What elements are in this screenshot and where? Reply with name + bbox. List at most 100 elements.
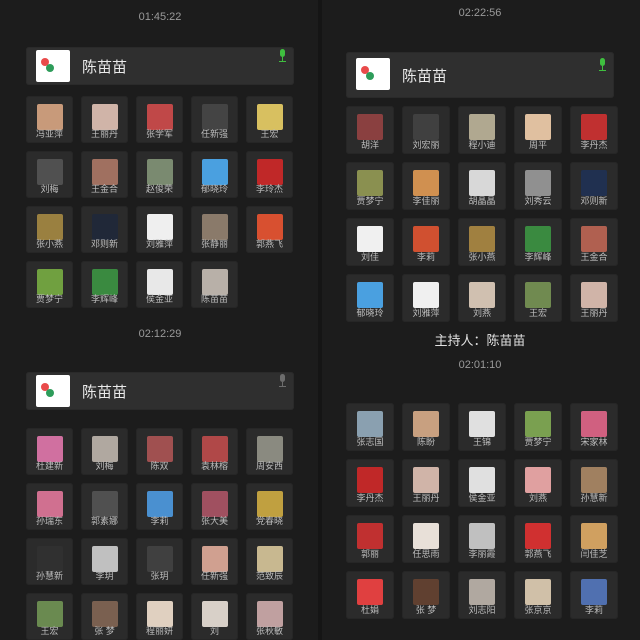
participant-tile[interactable]: 孙慧新 [570,459,618,507]
participant-tile[interactable]: 宋家林 [570,403,618,451]
participant-tile[interactable]: 杜娟 [346,571,394,619]
participant-tile[interactable]: 杜建新 [26,428,73,475]
participant-tile[interactable]: 程丽妍 [136,593,183,640]
participant-name: 张小燕 [35,239,63,249]
participant-tile[interactable]: 张小燕 [26,206,73,253]
participant-name: 侯金亚 [468,493,496,503]
participant-name: 范致辰 [255,571,283,581]
participant-tile[interactable]: 陈双 [136,428,183,475]
host-name: 陈苗苗 [402,68,448,85]
participant-tile[interactable]: 任新强 [191,538,238,585]
participant-tile[interactable]: 刘 [191,593,238,640]
participant-name: 袁林榕 [200,461,228,471]
participant-tile[interactable]: 刘梅 [81,428,128,475]
participant-tile[interactable]: 王宏 [26,593,73,640]
participant-tile[interactable]: 邓则新 [81,206,128,253]
participant-tile[interactable]: 王丽丹 [570,274,618,322]
participant-tile[interactable]: 张静丽 [191,206,238,253]
participant-tile[interactable]: 李玥 [81,538,128,585]
avatar [525,170,551,196]
participant-tile[interactable]: 张秋敏 [246,593,293,640]
participant-tile[interactable]: 李莉 [136,483,183,530]
participant-tile[interactable]: 郁晓玲 [346,274,394,322]
participant-tile[interactable]: 刘志阳 [458,571,506,619]
participant-tile[interactable]: 袁林榕 [191,428,238,475]
participant-tile[interactable]: 赵俊荣 [136,151,183,198]
participant-tile[interactable]: 张玥 [136,538,183,585]
avatar [525,114,551,140]
participant-tile[interactable]: 王宏 [246,96,293,143]
participant-tile[interactable]: 刘雅萍 [402,274,450,322]
participant-tile[interactable]: 李丽霞 [458,515,506,563]
participant-name: 周安西 [255,461,283,471]
participant-tile[interactable]: 张志国 [346,403,394,451]
participant-tile[interactable]: 张京京 [514,571,562,619]
meeting-card-header[interactable]: 陈苗苗 [26,372,294,410]
participant-tile[interactable]: 胡洋 [346,106,394,154]
participant-tile[interactable]: 陈盼 [402,403,450,451]
participant-tile[interactable]: 李佳丽 [402,162,450,210]
participant-tile[interactable]: 郁晓玲 [191,151,238,198]
participant-tile[interactable]: 冯亚萍 [26,96,73,143]
timestamp: 02:22:56 [458,7,502,19]
participant-tile[interactable]: 郭丽 [346,515,394,563]
participant-name: 张秋敏 [255,626,283,636]
avatar [581,467,607,493]
participant-tile[interactable]: 侯金亚 [458,459,506,507]
participant-tile[interactable]: 贾梦宁 [514,403,562,451]
avatar [581,282,607,308]
meeting-card-header[interactable]: 陈苗苗 [346,52,614,98]
participant-tile[interactable]: 刘燕 [514,459,562,507]
participant-tile[interactable]: 周安西 [246,428,293,475]
meeting-card-header[interactable]: 陈苗苗 [26,47,294,85]
participant-tile[interactable]: 郭素娜 [81,483,128,530]
participant-tile[interactable]: 张 梦 [402,571,450,619]
participant-tile[interactable]: 贾梦宁 [346,162,394,210]
participant-tile[interactable]: 胡晶晶 [458,162,506,210]
participant-tile[interactable]: 侯金亚 [136,261,183,308]
participant-tile[interactable]: 李莉 [570,571,618,619]
participant-tile[interactable]: 王丽丹 [81,96,128,143]
participant-tile[interactable]: 王丽丹 [402,459,450,507]
participant-tile[interactable]: 王金合 [81,151,128,198]
participant-tile[interactable]: 程小迪 [458,106,506,154]
participant-tile[interactable]: 郭燕飞 [246,206,293,253]
participant-tile[interactable]: 王宏 [514,274,562,322]
app-logo [356,58,390,90]
participant-tile[interactable]: 李莉 [402,218,450,266]
participant-tile[interactable]: 李丹杰 [346,459,394,507]
participant-tile[interactable]: 刘秀云 [514,162,562,210]
participant-tile[interactable]: 王金合 [570,218,618,266]
participant-tile[interactable]: 周平 [514,106,562,154]
participant-tile[interactable]: 陈苗苗 [191,261,238,308]
participant-tile[interactable]: 张学军 [136,96,183,143]
participant-tile[interactable]: 闫佳芝 [570,515,618,563]
participant-tile[interactable]: 党春晓 [246,483,293,530]
participant-tile[interactable]: 孙瑞东 [26,483,73,530]
participant-tile[interactable]: 任新强 [191,96,238,143]
participant-tile[interactable]: 邓则新 [570,162,618,210]
host-name: 陈苗苗 [82,384,128,401]
participant-tile[interactable]: 张小燕 [458,218,506,266]
participant-tile[interactable]: 王锦 [458,403,506,451]
participant-tile[interactable]: 刘梅 [26,151,73,198]
participant-name: 王丽丹 [412,493,440,503]
participant-tile[interactable]: 李辉峰 [81,261,128,308]
participant-tile[interactable]: 任思雨 [402,515,450,563]
participant-tile[interactable]: 孙慧新 [26,538,73,585]
participant-tile[interactable]: 刘宏丽 [402,106,450,154]
participant-name: 李莉 [416,252,435,262]
participant-tile[interactable]: 李丹杰 [570,106,618,154]
participant-tile[interactable]: 李玲杰 [246,151,293,198]
participant-name: 刘佳 [360,252,379,262]
participant-tile[interactable]: 张 梦 [81,593,128,640]
participant-tile[interactable]: 郭燕飞 [514,515,562,563]
participant-tile[interactable]: 刘雅萍 [136,206,183,253]
participant-tile[interactable]: 贾梦宁 [26,261,73,308]
participant-tile[interactable]: 李辉峰 [514,218,562,266]
participant-tile[interactable]: 范致辰 [246,538,293,585]
participant-tile[interactable]: 刘佳 [346,218,394,266]
avatar [413,411,439,437]
participant-tile[interactable]: 刘燕 [458,274,506,322]
participant-tile[interactable]: 张大美 [191,483,238,530]
